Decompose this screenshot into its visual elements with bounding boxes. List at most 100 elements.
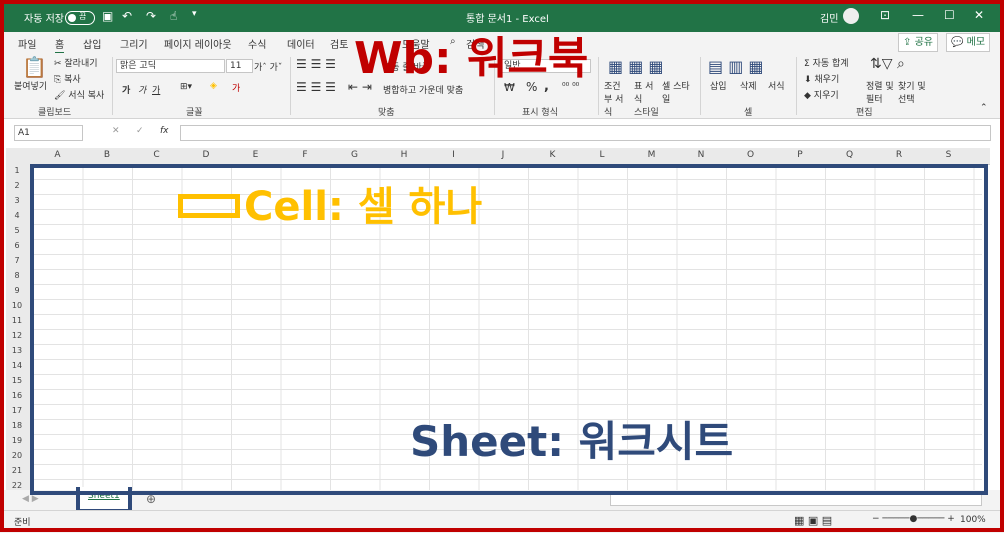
clear-button[interactable]: ◆ 지우기 <box>804 88 839 101</box>
font-size-select[interactable]: 11 <box>226 59 253 73</box>
tab-formulas[interactable]: 수식 <box>248 36 266 51</box>
column-header-n[interactable]: N <box>677 150 726 160</box>
column-header-m[interactable]: M <box>627 150 676 160</box>
row-header-6[interactable]: 6 <box>6 241 28 250</box>
copy-button[interactable]: ⎘ 복사 <box>54 72 81 85</box>
paste-button[interactable]: 붙여넣기 <box>14 79 47 92</box>
bold-button[interactable]: 가 <box>122 83 130 96</box>
view-normal-icon[interactable]: ▦ ▣ ▤ <box>794 514 832 527</box>
row-header-4[interactable]: 4 <box>6 211 28 220</box>
column-header-j[interactable]: J <box>479 150 528 160</box>
border-icon[interactable]: ⊞▾ <box>180 82 192 92</box>
row-header-3[interactable]: 3 <box>6 196 28 205</box>
cell-styles-button[interactable]: 셀 스타일 <box>662 79 690 105</box>
row-header-17[interactable]: 17 <box>6 406 28 415</box>
format-cells-button[interactable]: 서식 <box>768 79 785 92</box>
font-color-icon[interactable]: 가 <box>232 81 240 94</box>
row-header-22[interactable]: 22 <box>6 481 28 490</box>
row-header-14[interactable]: 14 <box>6 361 28 370</box>
touch-mode-icon[interactable]: ☝ <box>170 9 177 23</box>
save-icon[interactable]: ▣ <box>102 9 113 23</box>
column-header-b[interactable]: B <box>83 150 132 160</box>
cut-button[interactable]: ✂ 잘라내기 <box>54 56 98 69</box>
row-header-5[interactable]: 5 <box>6 226 28 235</box>
column-header-o[interactable]: O <box>726 150 775 160</box>
tab-draw[interactable]: 그리기 <box>120 36 148 51</box>
add-sheet-icon[interactable]: ⊕ <box>146 492 156 506</box>
column-header-e[interactable]: E <box>231 150 280 160</box>
font-name-select[interactable]: 맑은 고딕 <box>116 59 225 73</box>
share-button[interactable]: ⇪ 공유 <box>898 33 938 52</box>
row-header-7[interactable]: 7 <box>6 256 28 265</box>
tab-file[interactable]: 파일 <box>18 36 36 51</box>
italic-button[interactable]: 가 <box>138 83 146 96</box>
zoom-slider[interactable]: − ─────●───── + <box>872 514 955 524</box>
autosave-toggle[interactable]: 끔 <box>65 11 95 25</box>
sort-filter-button[interactable]: 정렬 및 필터 <box>866 79 894 105</box>
zoom-level[interactable]: 100% <box>960 515 986 525</box>
conditional-format-button[interactable]: 조건부 서식 <box>604 79 628 118</box>
column-header-d[interactable]: D <box>182 150 231 160</box>
tab-review[interactable]: 검토 <box>330 36 348 51</box>
tab-home[interactable]: 홈 <box>55 36 65 54</box>
fill-button[interactable]: ⬇ 채우기 <box>804 72 839 85</box>
row-header-10[interactable]: 10 <box>6 301 28 310</box>
column-header-h[interactable]: H <box>380 150 429 160</box>
memo-button[interactable]: 💬 메모 <box>946 33 991 52</box>
column-header-p[interactable]: P <box>776 150 825 160</box>
align-left-icon[interactable]: ☰ ☰ ☰ <box>296 80 336 94</box>
row-header-9[interactable]: 9 <box>6 286 28 295</box>
column-header-g[interactable]: G <box>330 150 379 160</box>
column-header-c[interactable]: C <box>132 150 181 160</box>
row-header-20[interactable]: 20 <box>6 451 28 460</box>
row-header-21[interactable]: 21 <box>6 466 28 475</box>
close-icon[interactable]: ✕ <box>974 8 984 22</box>
insert-cells-button[interactable]: 삽입 <box>710 79 727 92</box>
row-header-15[interactable]: 15 <box>6 376 28 385</box>
ribbon-display-icon[interactable]: ⊡ <box>880 8 890 22</box>
undo-icon[interactable]: ↶ <box>122 9 132 23</box>
column-header-f[interactable]: F <box>281 150 330 160</box>
underline-button[interactable]: 가 <box>152 83 160 96</box>
paste-icon[interactable]: 📋 <box>22 55 47 79</box>
redo-icon[interactable]: ↷ <box>146 9 156 23</box>
format-table-button[interactable]: 표 서식 <box>634 79 658 105</box>
row-header-16[interactable]: 16 <box>6 391 28 400</box>
customize-icon[interactable]: ▾ <box>192 9 197 19</box>
sheet-nav-icon[interactable]: ◀ ▶ <box>22 494 39 504</box>
row-header-18[interactable]: 18 <box>6 421 28 430</box>
row-header-8[interactable]: 8 <box>6 271 28 280</box>
horizontal-scrollbar[interactable] <box>610 494 982 506</box>
column-header-q[interactable]: Q <box>825 150 874 160</box>
cancel-icon[interactable]: ✕ <box>112 126 120 136</box>
column-header-i[interactable]: I <box>429 150 478 160</box>
row-header-12[interactable]: 12 <box>6 331 28 340</box>
autosum-button[interactable]: Σ 자동 합계 <box>804 56 849 69</box>
name-box[interactable]: A1 <box>14 125 83 141</box>
row-header-19[interactable]: 19 <box>6 436 28 445</box>
insert-function-button[interactable]: fx <box>160 126 169 136</box>
row-header-11[interactable]: 11 <box>6 316 28 325</box>
column-header-a[interactable]: A <box>33 150 82 160</box>
column-header-k[interactable]: K <box>528 150 577 160</box>
avatar[interactable] <box>843 8 859 24</box>
column-header-s[interactable]: S <box>924 150 973 160</box>
row-header-13[interactable]: 13 <box>6 346 28 355</box>
row-header-1[interactable]: 1 <box>6 166 28 175</box>
font-grow-icon[interactable]: 가ˆ 가ˇ <box>254 60 282 73</box>
delete-cells-button[interactable]: 삭제 <box>740 79 757 92</box>
enter-icon[interactable]: ✓ <box>136 126 144 136</box>
fill-color-icon[interactable]: ◈ <box>210 81 217 91</box>
tab-insert[interactable]: 삽입 <box>83 36 101 51</box>
row-header-2[interactable]: 2 <box>6 181 28 190</box>
column-header-r[interactable]: R <box>875 150 924 160</box>
formula-input[interactable] <box>180 125 991 141</box>
minimize-icon[interactable]: — <box>912 8 924 22</box>
find-select-button[interactable]: 찾기 및 선택 <box>898 79 928 105</box>
format-painter-button[interactable]: 🖌 서식 복사 <box>54 88 104 101</box>
align-top-icon[interactable]: ☰ ☰ ☰ <box>296 57 336 71</box>
tab-data[interactable]: 데이터 <box>287 36 315 51</box>
collapse-ribbon-icon[interactable]: ⌃ <box>980 103 988 113</box>
tab-page-layout[interactable]: 페이지 레이아웃 <box>164 36 232 51</box>
maximize-icon[interactable]: ☐ <box>944 8 955 22</box>
